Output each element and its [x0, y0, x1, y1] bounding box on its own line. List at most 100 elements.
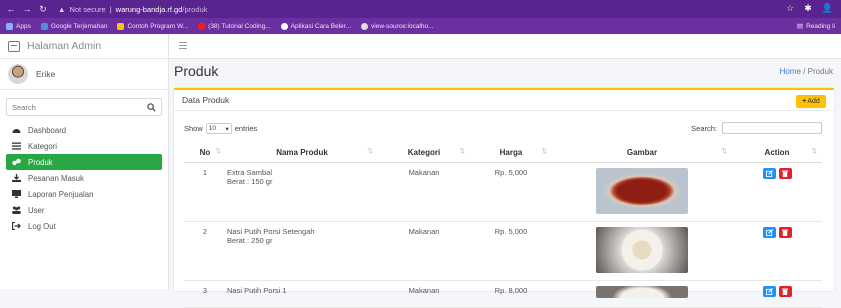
edit-button[interactable] — [762, 227, 776, 238]
back-icon[interactable]: ← — [6, 4, 16, 14]
profile-icon[interactable]: 👤 — [822, 3, 833, 14]
bookmark-aplikasi[interactable]: Aplikasi Cara Beler... — [280, 22, 351, 30]
address-bar[interactable]: ← → ↻ ▲ Not secure | warung-bandja.rf.gd… — [0, 0, 841, 18]
edit-icon — [765, 229, 773, 236]
trash-icon — [782, 170, 788, 177]
sidebar-item-pesanan-masuk[interactable]: Pesanan Masuk — [6, 170, 162, 186]
users-icon — [12, 206, 21, 214]
cell-gambar — [552, 162, 732, 222]
cell-action — [732, 280, 822, 308]
brand[interactable]: Halaman Admin — [0, 34, 168, 59]
translate-icon — [40, 22, 48, 30]
user-panel[interactable]: Erike — [0, 59, 168, 90]
delete-button[interactable] — [778, 227, 792, 238]
search-icon — [146, 102, 156, 112]
page-title: Produk — [174, 63, 219, 79]
star-icon[interactable]: ☆ — [786, 3, 794, 14]
bookmark-apps[interactable]: Apps — [6, 22, 31, 30]
dashboard-icon — [12, 126, 21, 134]
reload-icon[interactable]: ↻ — [38, 4, 48, 15]
cell-no: 2 — [184, 221, 226, 281]
cell-harga: Rp. 5,000 — [470, 162, 552, 222]
sidebar-item-produk[interactable]: Produk — [6, 154, 162, 170]
data-produk-card: Data Produk + Add Show 10 ▾ entries Searc… — [174, 88, 834, 308]
cell-nama: Nasi Putih Porsi 1 — [226, 280, 378, 308]
edit-button[interactable] — [762, 286, 776, 297]
sort-icon: ⇅ — [367, 148, 373, 155]
card-title: Data Produk — [182, 95, 230, 105]
bookmark-program[interactable]: Contoh Program W... — [117, 22, 188, 30]
logout-icon — [11, 221, 21, 231]
product-image-rice — [596, 227, 688, 273]
search-button[interactable] — [141, 99, 161, 115]
caret-down-icon: ▾ — [225, 125, 229, 133]
edit-button[interactable] — [762, 168, 776, 179]
sort-icon: ⇅ — [811, 148, 817, 155]
col-no[interactable]: No ⇅ — [184, 142, 226, 163]
sidebar-item-user[interactable]: User — [6, 202, 162, 218]
col-gambar[interactable]: Gambar ⇅ — [552, 142, 732, 163]
breadcrumb-current: Produk — [807, 67, 833, 76]
download-icon — [12, 174, 21, 182]
sidebar-search — [6, 98, 162, 116]
cell-action — [732, 221, 822, 281]
sidebar: Halaman Admin Erike Dashboard Kategori P… — [0, 34, 169, 289]
list-icon — [12, 142, 21, 150]
reading-list[interactable]: ▤ Reading li — [796, 22, 835, 31]
table-row: 3 Nasi Putih Porsi 1 Makanan Rp. 8,000 — [184, 280, 822, 308]
sort-icon: ⇅ — [721, 148, 727, 155]
cell-kategori: Makanan — [378, 221, 470, 281]
cell-action — [732, 162, 822, 222]
col-action[interactable]: Action ⇅ — [732, 142, 822, 163]
hamburger-menu-icon[interactable] — [179, 42, 187, 49]
sidebar-item-kategori[interactable]: Kategori — [6, 138, 162, 154]
cell-kategori: Makanan — [378, 280, 470, 308]
sidebar-menu: Dashboard Kategori Produk Pesanan Masuk … — [0, 122, 168, 234]
col-nama-produk[interactable]: Nama Produk ⇅ — [226, 142, 378, 163]
sidebar-item-dashboard[interactable]: Dashboard — [6, 122, 162, 138]
sidebar-item-laporan[interactable]: Laporan Penjualan — [6, 186, 162, 202]
forward-icon[interactable]: → — [22, 4, 32, 14]
produk-icon — [12, 158, 21, 166]
entries-control: Show 10 ▾ entries — [184, 123, 258, 134]
admin-logo-icon — [8, 40, 20, 52]
breadcrumb-home[interactable]: Home — [780, 67, 801, 76]
cell-kategori: Makanan — [378, 162, 470, 222]
browser-chrome: ← → ↻ ▲ Not secure | warung-bandja.rf.gd… — [0, 0, 841, 34]
url-path: /produk — [182, 4, 208, 14]
trash-icon — [782, 229, 788, 236]
cell-nama: Nasi Putih Porsi Setengah Berat : 250 gr — [226, 221, 378, 281]
bookmark-youtube[interactable]: (38) Tutorial Coding... — [198, 22, 271, 30]
reading-list-icon: ▤ — [796, 23, 804, 30]
bookmarks-bar: Apps Google Terjemahan Contoh Program W.… — [0, 18, 841, 34]
globe-icon — [280, 22, 288, 30]
table-search-input[interactable] — [722, 122, 822, 134]
bookmark-icon — [117, 22, 125, 30]
delete-button[interactable] — [778, 168, 792, 179]
cell-nama: Extra Sambal Berat : 150 gr — [226, 162, 378, 222]
delete-button[interactable] — [778, 286, 792, 297]
col-kategori[interactable]: Kategori ⇅ — [378, 142, 470, 163]
col-harga[interactable]: Harga ⇅ — [470, 142, 552, 163]
cell-gambar — [552, 280, 732, 308]
plus-icon: + — [802, 98, 807, 105]
sort-icon: ⇅ — [541, 148, 547, 155]
add-button[interactable]: + Add — [796, 95, 826, 108]
breadcrumb: Home / Produk — [779, 67, 833, 76]
table-search: Search: — [691, 122, 822, 134]
cell-harga: Rp. 5,000 — [470, 221, 552, 281]
youtube-icon — [198, 22, 206, 30]
extension-icon[interactable]: ✱ — [804, 3, 812, 14]
warning-icon: ▲ — [58, 4, 66, 14]
bookmark-translate[interactable]: Google Terjemahan — [40, 22, 107, 30]
edit-icon — [765, 170, 773, 177]
table-row: 2 Nasi Putih Porsi Setengah Berat : 250 g… — [184, 221, 822, 281]
sidebar-search-input[interactable] — [7, 101, 141, 113]
edit-icon — [765, 288, 773, 295]
bookmark-viewsource[interactable]: view-source:localho... — [361, 22, 434, 30]
globe-icon — [361, 22, 369, 30]
product-image-rice-partial — [596, 286, 688, 298]
cell-gambar — [552, 221, 732, 281]
entries-select[interactable]: 10 ▾ — [205, 123, 232, 134]
sidebar-item-logout[interactable]: Log Out — [6, 218, 162, 234]
